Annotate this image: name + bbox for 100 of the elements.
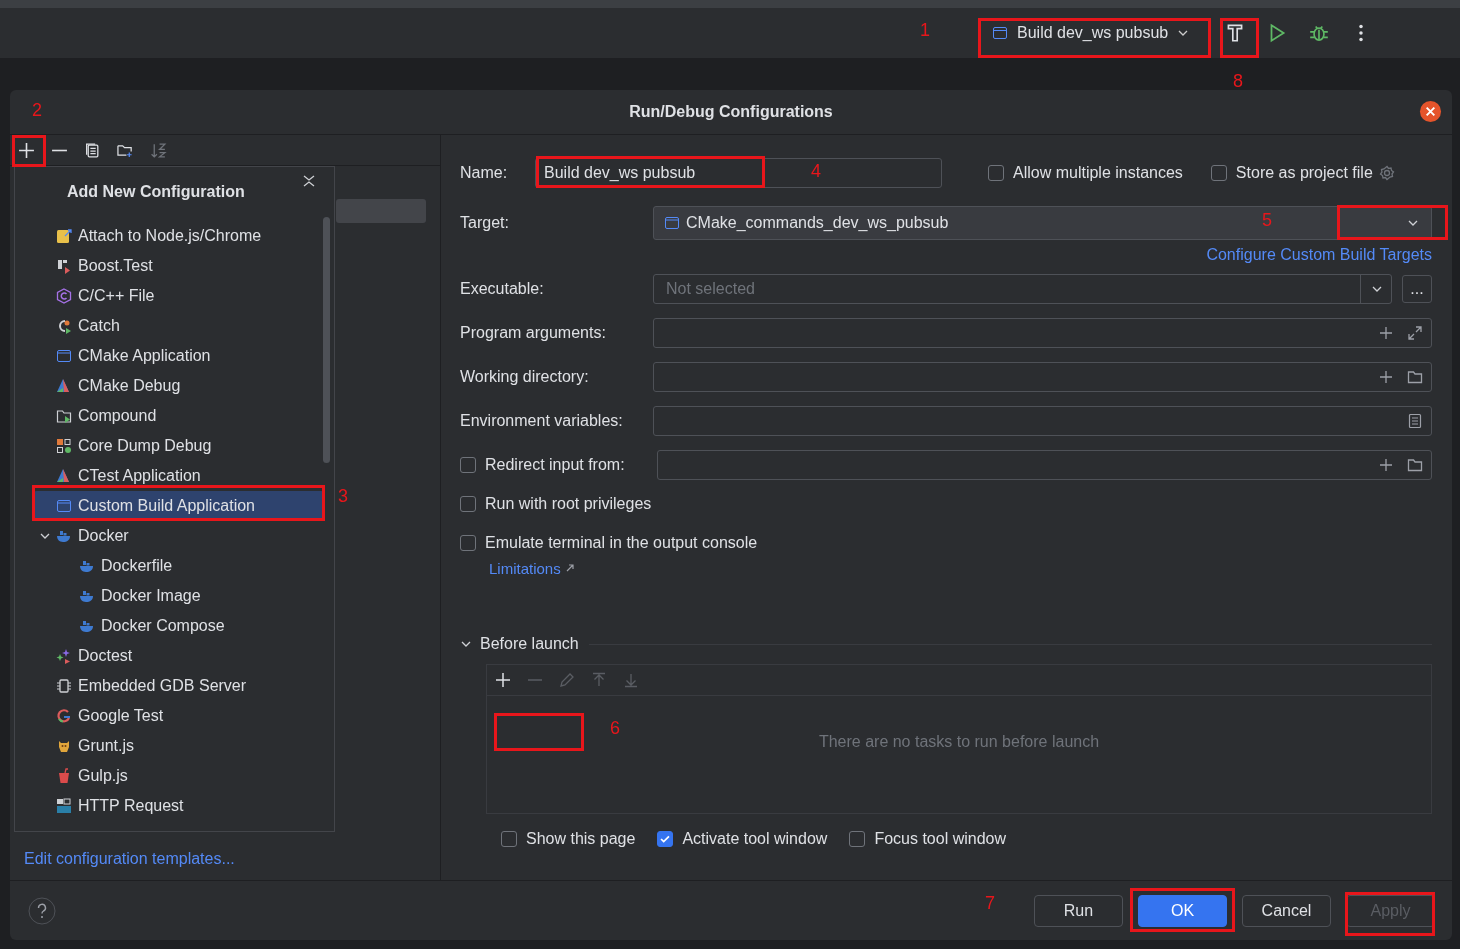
configuration-type-item[interactable]: C/C++ File [33,281,325,311]
text-field[interactable] [653,406,1432,436]
configuration-type-item[interactable]: Dockerfile [33,551,325,581]
annotation-number: 1 [920,20,930,40]
expand-icon[interactable] [1407,325,1423,341]
catch-icon [56,318,72,334]
allow-multiple-checkbox[interactable] [988,165,1004,181]
window-icon [664,215,680,231]
triangle-icon [56,468,72,484]
annotation-box [1220,18,1259,58]
text-field[interactable] [653,318,1432,348]
edit-templates-link[interactable]: Edit configuration templates... [10,850,440,880]
launch-option-checkbox[interactable] [657,831,674,847]
run-configuration-selector[interactable]: Build dev_ws pubsub [986,20,1206,46]
triangle-icon [56,378,72,394]
configuration-type-item[interactable]: Boost.Test [33,251,325,281]
launch-option-checkbox[interactable] [501,831,517,847]
window-icon [56,498,72,514]
field-label: Program arguments: [460,324,607,342]
redirect-checkbox[interactable] [460,457,476,473]
limitations-link[interactable]: Limitations [489,559,561,577]
target-label: Target: [460,214,510,232]
test-icon [56,258,72,274]
window-icon [56,348,72,364]
browse-button[interactable]: ... [1402,275,1432,303]
sort-icon[interactable] [150,141,167,159]
configuration-type-item[interactable]: Docker Compose [33,611,325,641]
section-title[interactable]: Before launch [480,635,579,653]
configuration-type-item[interactable]: CMake Debug [33,371,325,401]
annotation-number: 3 [338,486,348,506]
configuration-type-item[interactable]: Docker [33,521,325,551]
executable-dropdown[interactable]: Not selected [653,274,1392,304]
c-file-icon [56,288,72,304]
grid-bug-icon [56,438,72,454]
executable-field[interactable]: Not selected [664,279,1354,299]
configuration-type-item[interactable]: Core Dump Debug [33,431,325,461]
annotation-number: 5 [1262,210,1272,230]
request-icon [56,798,72,814]
field-label: Working directory: [460,368,590,386]
option-checkbox[interactable] [460,496,476,512]
target-value: CMake_commands_dev_ws_pubsub [686,214,949,232]
dialog-button[interactable]: Run [1034,894,1123,927]
whale-icon [79,618,95,634]
checkbox-label: Run with root privileges [485,495,652,513]
configuration-type-item[interactable]: Grunt.js [33,731,325,761]
configuration-type-item[interactable]: Catch [33,311,325,341]
g-test-icon [56,708,72,724]
mascot-icon [56,738,72,754]
configuration-type-item[interactable]: Compound [33,401,325,431]
configuration-type-item[interactable]: Attach to Node.js/Chrome [33,221,325,251]
annotation-box [12,135,46,167]
checkbox-label: Emulate terminal in the output console [485,534,758,552]
annotation-number: 8 [1233,71,1243,91]
document-icon[interactable] [1407,413,1423,429]
move-down-icon[interactable] [623,672,639,688]
folder-play-icon [56,408,72,424]
configuration-type-item[interactable]: Doctest [33,641,325,671]
option-checkbox[interactable] [460,535,476,551]
popup-title: Add New Configuration [67,183,245,201]
dialog-title: Run/Debug Configurations [629,103,833,121]
help-icon[interactable] [28,896,56,925]
checkbox-label: Show this page [526,830,636,848]
checkbox-label: Allow multiple instances [1013,164,1183,182]
whale-icon [79,558,95,574]
annotation-number: 7 [985,893,995,913]
dialog-button[interactable]: OK [1138,894,1227,927]
window-icon [992,25,1008,41]
configuration-type-item[interactable]: Docker Image [33,581,325,611]
configuration-type-item[interactable]: Google Test [33,701,325,731]
configuration-type-item[interactable]: HTTP Request [33,791,325,821]
checkbox-label: Store as project file [1235,164,1373,182]
launch-option-checkbox[interactable] [849,831,866,847]
checkbox-label: Redirect input from: [485,456,626,474]
text-field[interactable] [653,362,1432,392]
store-project-checkbox[interactable] [1210,165,1227,181]
edit-icon[interactable] [559,672,575,688]
configuration-type-item[interactable]: CTest Application [33,461,325,491]
field-label: Environment variables: [460,412,624,430]
dialog-button[interactable]: Cancel [1242,894,1331,927]
configuration-type-item[interactable]: Custom Build Application [33,491,325,521]
checkbox-label: Activate tool window [682,830,828,848]
executable-label: Executable: [460,280,545,298]
copy-icon[interactable] [84,141,101,159]
scrollbar[interactable] [323,217,330,463]
close-icon[interactable] [1419,100,1442,123]
redirect-field[interactable] [657,450,1432,480]
gear-icon[interactable] [1378,165,1395,181]
folder-icon[interactable] [1407,369,1423,385]
configuration-type-item[interactable]: Embedded GDB Server [33,671,325,701]
annotation-number: 4 [811,161,821,181]
annotation-number: 6 [610,718,620,738]
configure-targets-link[interactable]: Configure Custom Build Targets [1206,246,1432,264]
chip-icon [56,678,72,694]
configuration-type-item[interactable]: CMake Application [33,341,325,371]
move-up-icon[interactable] [591,672,607,688]
empty-message: There are no tasks to run before launch [818,732,1100,751]
collapse-icon[interactable] [302,174,316,188]
configuration-type-item[interactable]: Gulp.js [33,761,325,791]
cup-icon [56,768,72,784]
folder-icon[interactable] [1407,457,1423,473]
